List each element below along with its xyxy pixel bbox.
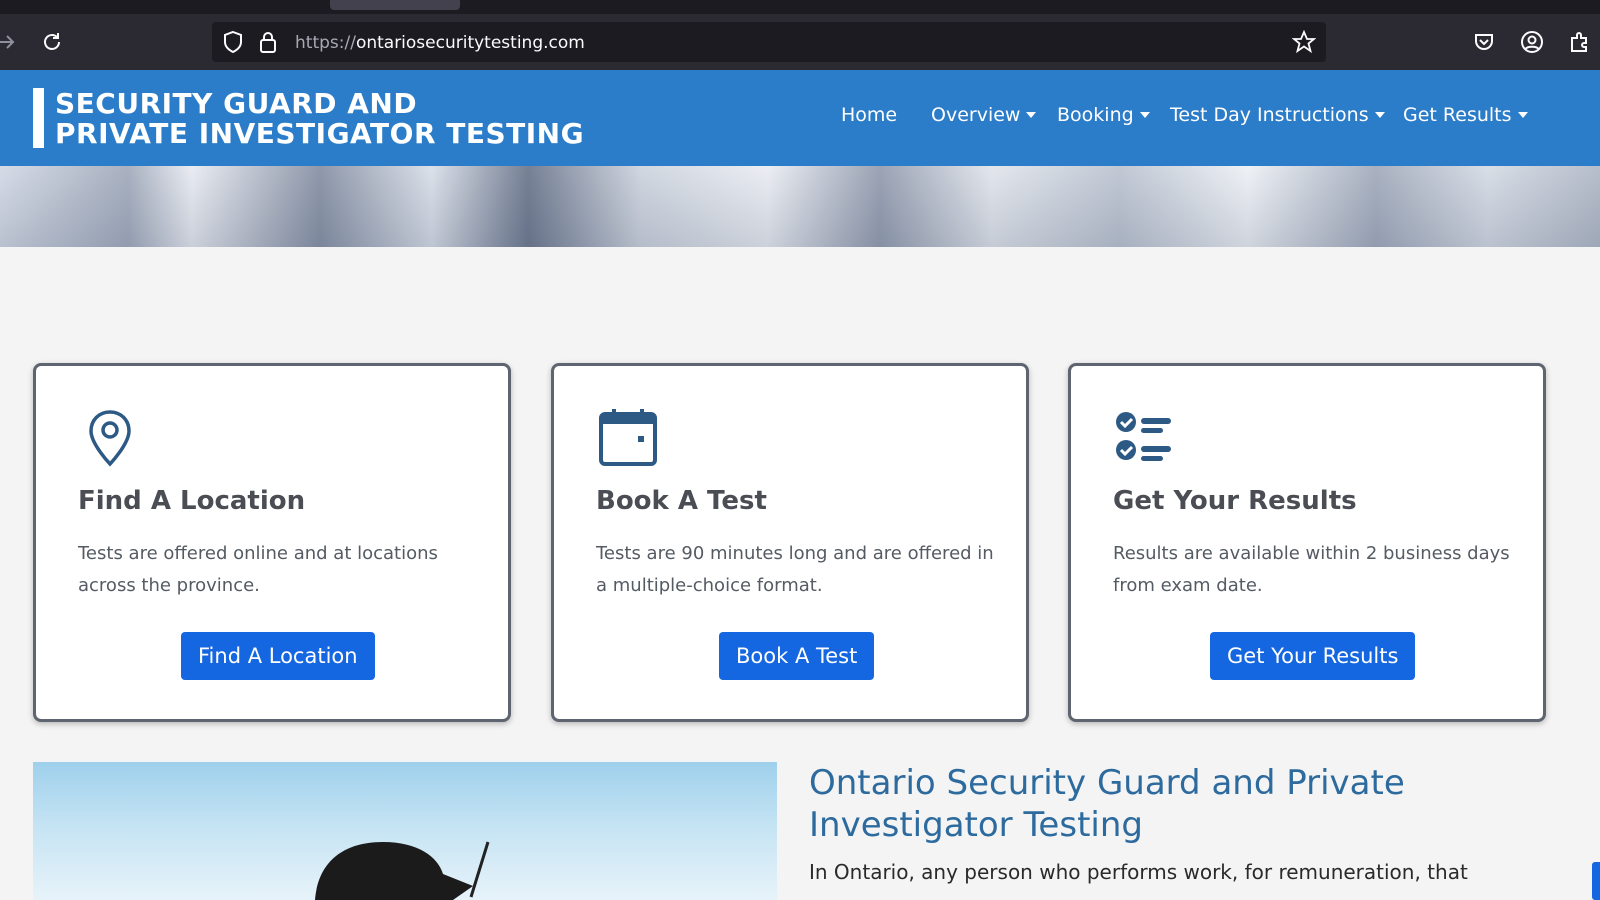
card-text: Results are available within 2 business … [1113,543,1510,596]
card-title: Find A Location [78,486,306,516]
url-scheme: https:// [295,33,356,53]
nav-label: Home [841,104,898,126]
logo-accent-bar [33,88,44,148]
map-pin-icon [80,408,140,468]
nav-label: Overview [931,104,1021,126]
nav-label: Test Day Instructions [1170,104,1369,126]
card-title: Book A Test [596,486,767,516]
browser-tab-strip [0,0,1600,14]
site-header: SECURITY GUARD AND PRIVATE INVESTIGATOR … [0,70,1600,166]
nav-label: Get Results [1403,104,1512,126]
security-guard-photo [33,762,777,900]
nav-get-results[interactable]: Get Results [1403,104,1528,126]
section-title: Ontario Security Guard and Private Inves… [809,763,1405,845]
forward-icon[interactable] [0,28,20,56]
url-host: ontariosecuritytesting.com [355,33,585,53]
card-text: Tests are 90 minutes long and are offere… [596,543,994,596]
caret-down-icon [1517,112,1528,118]
nav-overview[interactable]: Overview [931,104,1037,126]
find-location-button[interactable]: Find A Location [181,632,375,680]
lock-icon[interactable] [258,30,278,59]
card-book-test: Book A Test Tests are 90 minutes long an… [551,363,1029,722]
shield-icon[interactable] [222,30,244,59]
book-test-button[interactable]: Book A Test [719,632,875,680]
browser-toolbar: https://ontariosecuritytesting.com [0,14,1600,70]
nav-booking[interactable]: Booking [1057,104,1150,126]
hero-image [0,166,1600,247]
reload-icon[interactable] [38,28,66,56]
pocket-icon[interactable] [1470,28,1498,56]
active-tab[interactable] [330,0,460,10]
logo-line-2: PRIVATE INVESTIGATOR TESTING [55,117,585,150]
caret-down-icon [1139,112,1150,118]
checklist-icon [1115,408,1175,468]
nav-label: Booking [1057,104,1134,126]
card-find-location: Find A Location Tests are offered online… [33,363,511,722]
caret-down-icon [1374,112,1385,118]
card-get-results: Get Your Results Results are available w… [1068,363,1546,722]
nav-home[interactable]: Home [841,104,897,126]
url-text[interactable]: https://ontariosecuritytesting.com [295,33,585,53]
card-text: Tests are offered online and at location… [78,543,438,596]
caret-down-icon [1026,112,1037,118]
calendar-icon [598,408,658,468]
address-bar[interactable]: https://ontariosecuritytesting.com [212,22,1326,62]
account-icon[interactable] [1518,28,1546,56]
bookmark-star-icon[interactable] [1291,29,1317,59]
extensions-icon[interactable] [1566,28,1594,56]
card-title: Get Your Results [1113,486,1357,516]
logo-line-1: SECURITY GUARD AND [55,87,418,120]
site-logo[interactable]: SECURITY GUARD AND PRIVATE INVESTIGATOR … [55,89,584,149]
floating-widget-edge[interactable] [1592,862,1600,900]
nav-test-day-instructions[interactable]: Test Day Instructions [1170,104,1385,126]
get-results-button[interactable]: Get Your Results [1210,632,1416,680]
section-text: In Ontario, any person who performs work… [809,860,1468,884]
